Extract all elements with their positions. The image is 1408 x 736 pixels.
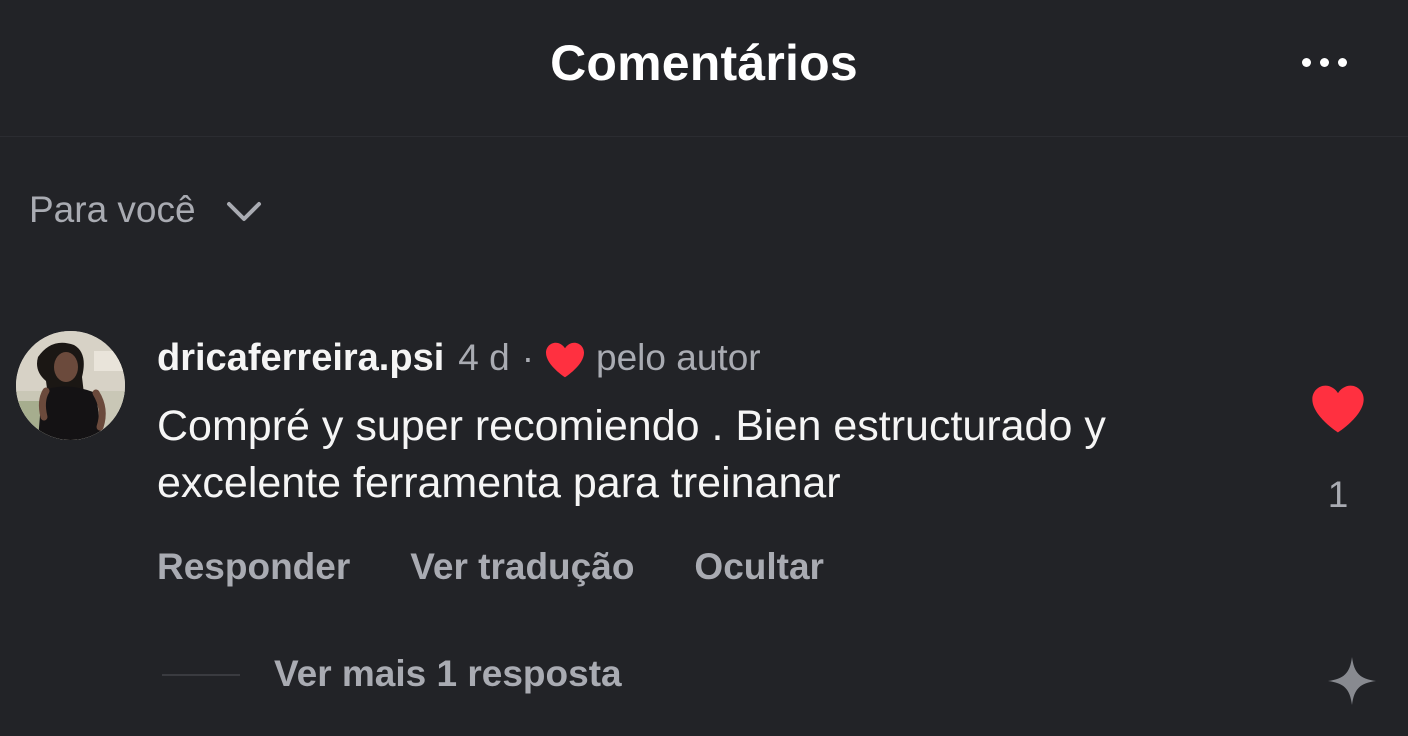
replies-divider <box>162 674 240 676</box>
page-title: Comentários <box>550 35 858 91</box>
comment-text: Compré y super recomiendo . Bien estruct… <box>157 402 1106 507</box>
more-horizontal-icon <box>1301 57 1311 67</box>
comment-time: 4 d <box>458 337 510 378</box>
more-options-button[interactable] <box>1288 40 1360 84</box>
heart-icon <box>544 341 586 379</box>
avatar-image <box>16 331 125 440</box>
like-button[interactable] <box>1310 383 1366 435</box>
sort-dropdown[interactable]: Para você <box>29 186 262 234</box>
sort-label: Para você <box>29 189 196 230</box>
avatar[interactable] <box>16 331 125 440</box>
view-more-replies-button[interactable]: Ver mais 1 resposta <box>274 650 622 698</box>
translate-button[interactable]: Ver tradução <box>410 546 634 588</box>
hide-button[interactable]: Ocultar <box>694 546 824 588</box>
comment-username[interactable]: dricaferreira.psi <box>157 337 444 380</box>
comment-meta: dricaferreira.psi 4 d · pelo autor <box>157 334 761 382</box>
reply-button[interactable]: Responder <box>157 546 350 588</box>
chevron-down-icon <box>226 202 261 221</box>
more-dot <box>1319 57 1329 67</box>
heart-filled-icon <box>1312 385 1364 433</box>
comments-screen: Comentários Para você dricaferreira.psi … <box>0 0 1408 736</box>
more-dot <box>1337 57 1347 67</box>
comments-header: Comentários <box>0 0 1408 137</box>
meta-separator: · <box>521 337 535 378</box>
like-count: 1 <box>1327 474 1349 515</box>
liked-by-author-label: pelo autor <box>596 337 761 378</box>
sparkle-icon <box>1328 657 1376 705</box>
comment-actions: Responder Ver tradução Ocultar <box>157 543 824 591</box>
